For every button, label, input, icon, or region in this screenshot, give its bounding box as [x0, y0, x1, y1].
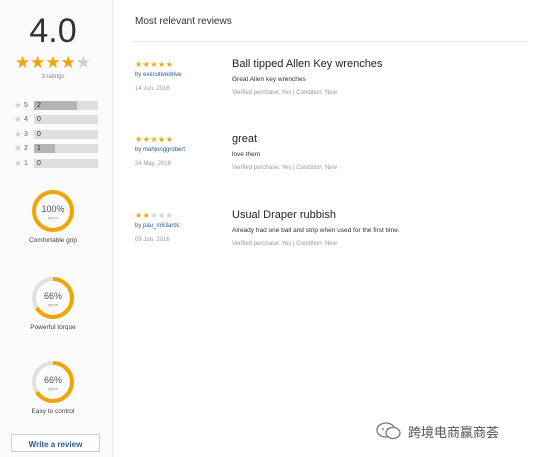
- watermark: 跨境电商赢商荟: [376, 420, 536, 442]
- review-stars: ★★★★★: [135, 60, 173, 69]
- ratings-count: 3 ratings: [41, 74, 65, 80]
- star-icon: ★: [60, 53, 76, 72]
- gauge-percent: 66%: [44, 291, 62, 301]
- star-empty-icon: ★: [158, 211, 166, 220]
- star-icon: ★: [150, 60, 159, 69]
- distribution-count: 0: [37, 159, 41, 167]
- gauge-percent: 66%: [44, 375, 62, 385]
- review-byline: by executivedrive: [135, 72, 181, 78]
- review-byline: by mahjonggrobert: [135, 147, 185, 153]
- star-icon: ★: [14, 99, 23, 110]
- star-icon: ★: [14, 157, 23, 168]
- distribution-count: 0: [37, 130, 41, 138]
- star-icon: ★: [135, 135, 143, 144]
- review-meta: Verified purchase: Yes | Condition: New: [232, 165, 337, 171]
- gauge-ring: 66% agree: [32, 277, 74, 319]
- review-body: love them: [232, 151, 261, 158]
- attribute-gauge-easy-to-control: 66% agree Easy to control: [0, 359, 106, 415]
- distribution-row[interactable]: ★ 4 0: [14, 113, 106, 128]
- reviewer-link[interactable]: mahjonggrobert: [143, 147, 185, 153]
- review-byline: by pau_m63ardc: [135, 223, 180, 229]
- distribution-bar: 0: [34, 129, 98, 139]
- watermark-text: 跨境电商赢商荟: [408, 425, 500, 441]
- rating-summary-panel: 4.0 ★★★★★ 3 ratings ★ 5 2 ★ 4 0 ★ 3 0 ★ …: [0, 0, 113, 457]
- gauge-label: Easy to control: [31, 408, 75, 415]
- average-rating: 4.0: [29, 12, 77, 50]
- distribution-count: 2: [37, 101, 41, 109]
- distribution-count: 0: [37, 116, 41, 124]
- review-title[interactable]: great: [232, 133, 257, 145]
- gauge-percent: 100%: [41, 204, 64, 214]
- star-icon: ★: [14, 53, 31, 72]
- star-icon: ★: [30, 53, 46, 72]
- attribute-gauge-comfortable-grip: 100% agree Comfortable grip: [0, 188, 106, 244]
- distribution-bar: 1: [34, 144, 98, 154]
- distribution-bar: 0: [34, 115, 98, 125]
- review-title[interactable]: Usual Draper rubbish: [232, 209, 336, 221]
- review-date: 24 May, 2016: [135, 161, 171, 167]
- star-icon: ★: [135, 60, 143, 69]
- wechat-icon: [376, 422, 401, 440]
- distribution-count: 1: [37, 145, 41, 153]
- star-empty-icon: ★: [150, 211, 159, 220]
- distribution-stars-label: 3: [24, 130, 28, 138]
- distribution-row[interactable]: ★ 5 2: [14, 98, 106, 113]
- section-divider: [132, 41, 527, 42]
- section-title: Most relevant reviews: [135, 16, 232, 27]
- gauge-sub: agree: [48, 386, 59, 391]
- star-icon: ★: [14, 114, 23, 125]
- star-icon: ★: [165, 60, 174, 69]
- reviewer-link[interactable]: executivedrive: [143, 72, 181, 78]
- distribution-row[interactable]: ★ 1 0: [14, 156, 106, 171]
- review-date: 09 Jun, 2016: [135, 237, 170, 243]
- review-meta: Verified purchase: Yes | Condition: New: [232, 90, 337, 96]
- distribution-bar: 2: [34, 100, 98, 110]
- review-body: Great Allen key wrenches: [232, 76, 306, 83]
- review-body: Already had one ball and strip when used…: [232, 227, 400, 234]
- by-prefix: by: [135, 72, 142, 78]
- star-icon: ★: [150, 135, 159, 144]
- attribute-gauge-powerful-torque: 66% agree Powerful torque: [0, 275, 106, 331]
- rating-distribution: ★ 5 2 ★ 4 0 ★ 3 0 ★ 2 1 ★ 1 0: [14, 98, 106, 171]
- gauge-sub: agree: [48, 302, 59, 307]
- star-icon: ★: [165, 135, 174, 144]
- reviewer-link[interactable]: pau_m63ardc: [143, 223, 180, 229]
- review-meta: Verified purchase: Yes | Condition: New: [232, 241, 337, 247]
- star-icon: ★: [14, 128, 23, 139]
- gauge-ring: 66% agree: [32, 361, 74, 403]
- distribution-row[interactable]: ★ 3 0: [14, 127, 106, 142]
- star-icon: ★: [135, 211, 143, 220]
- write-review-button[interactable]: Write a review: [11, 434, 100, 452]
- review-stars: ★★★★★: [135, 211, 173, 220]
- distribution-stars-label: 2: [24, 145, 28, 153]
- distribution-bar: 0: [34, 158, 98, 168]
- review-title[interactable]: Ball tipped Allen Key wrenches: [232, 58, 382, 70]
- star-icon: ★: [14, 143, 23, 154]
- average-stars: ★★★★★: [0, 53, 106, 73]
- star-icon: ★: [158, 60, 166, 69]
- by-prefix: by: [135, 147, 142, 153]
- gauge-sub: agree: [48, 215, 59, 220]
- distribution-stars-label: 1: [24, 159, 28, 167]
- gauge-label: Comfortable grip: [28, 237, 78, 244]
- gauge-ring: 100% agree: [32, 190, 74, 232]
- by-prefix: by: [135, 223, 142, 229]
- distribution-stars-label: 4: [24, 116, 28, 124]
- review-stars: ★★★★★: [135, 135, 173, 144]
- review-date: 14 Jun, 2016: [135, 86, 170, 92]
- star-icon: ★: [45, 53, 61, 72]
- star-empty-icon: ★: [75, 53, 92, 72]
- gauge-label: Powerful torque: [30, 324, 76, 331]
- star-icon: ★: [158, 135, 166, 144]
- distribution-stars-label: 5: [24, 101, 28, 109]
- distribution-row[interactable]: ★ 2 1: [14, 142, 106, 157]
- star-empty-icon: ★: [165, 211, 174, 220]
